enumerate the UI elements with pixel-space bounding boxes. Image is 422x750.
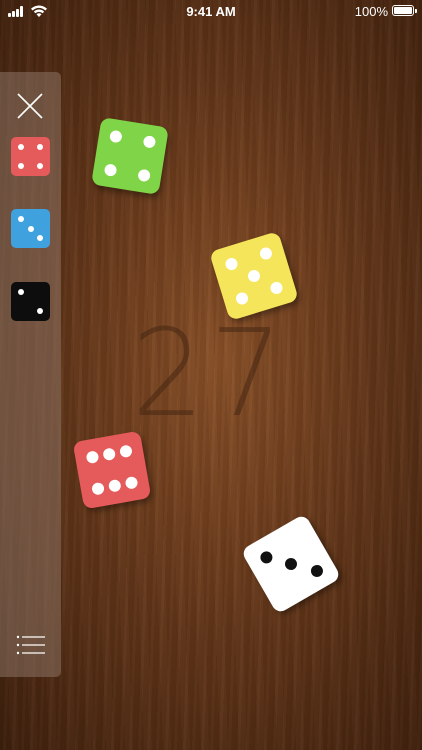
die-pip	[308, 562, 325, 579]
die-pip	[103, 163, 118, 177]
die-pip	[124, 475, 139, 490]
add-black-die-button[interactable]	[11, 282, 50, 321]
dice-sidebar	[0, 72, 61, 677]
die-pip	[268, 280, 284, 296]
die-pip	[91, 481, 105, 496]
die-pip	[257, 549, 274, 566]
die-pip	[37, 163, 44, 170]
add-blue-die-button[interactable]	[11, 209, 50, 248]
die-pip	[119, 444, 133, 459]
die-pip	[137, 168, 151, 183]
roll-total: 27	[131, 305, 289, 444]
white-die[interactable]	[240, 513, 342, 615]
die-pip	[37, 143, 44, 150]
die-pip	[17, 215, 24, 222]
die-pip	[258, 246, 274, 262]
die-pip	[234, 290, 250, 306]
add-red-die-button[interactable]	[11, 137, 50, 176]
status-bar: 9:41 AM 100%	[0, 0, 422, 24]
die-pip	[17, 288, 24, 295]
close-icon[interactable]	[16, 92, 44, 120]
die-pip	[224, 256, 240, 272]
die-pip	[109, 129, 123, 144]
die-pip	[107, 478, 122, 493]
die-pip	[246, 268, 262, 284]
battery-percentage: 100%	[354, 4, 388, 19]
die-pip	[142, 135, 157, 149]
battery-icon	[392, 5, 417, 16]
die-pip	[17, 163, 24, 170]
die-pip	[27, 225, 34, 232]
list-menu-icon[interactable]	[16, 634, 46, 656]
die-pip	[85, 450, 100, 465]
die-pip	[37, 235, 44, 242]
die-pip	[37, 308, 44, 315]
die-pip	[282, 555, 300, 573]
die-pip	[17, 143, 24, 150]
red-die[interactable]	[72, 430, 152, 510]
die-pip	[102, 447, 117, 462]
green-die[interactable]	[91, 117, 169, 195]
